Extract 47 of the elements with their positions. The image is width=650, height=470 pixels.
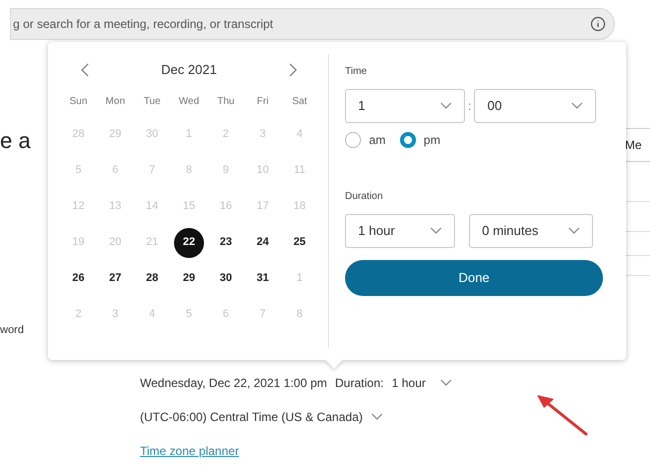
weekday-label: Sun [68, 94, 88, 108]
timezone-planner-link[interactable]: Time zone planner [140, 442, 239, 460]
weekday-label: Wed [178, 94, 200, 108]
done-button[interactable]: Done [345, 260, 603, 296]
chevron-down-icon [440, 102, 452, 110]
calendar-day[interactable]: 30 [210, 264, 241, 294]
info-icon[interactable] [590, 16, 606, 32]
chevron-down-icon [440, 379, 452, 387]
calendar-day[interactable]: 27 [100, 264, 130, 294]
calendar-day[interactable]: 24 [248, 228, 278, 258]
radio-option[interactable]: pm [400, 131, 440, 149]
meeting-date-time: Wednesday, Dec 22, 2021 1:00 pm [140, 375, 328, 392]
column-header: Me [625, 137, 642, 154]
chevron-down-icon [370, 413, 383, 421]
chevron-down-icon [571, 102, 584, 110]
calendar-day[interactable]: 31 [248, 264, 278, 294]
calendar-day[interactable]: 28 [137, 264, 168, 294]
weekday-label: Tue [142, 94, 162, 108]
page-heading: e a [0, 130, 32, 152]
weekday-label: Mon [104, 94, 126, 108]
calendar-day[interactable]: 23 [210, 228, 241, 258]
search-field[interactable]: g or search for a meeting, recording, or transcript [10, 8, 615, 40]
duration-label: Duration: [335, 375, 384, 392]
weekday-label: Thu [216, 94, 236, 108]
radio-option[interactable]: am [345, 131, 386, 149]
weekday-label: Sat [291, 94, 308, 108]
calendar-day[interactable]: 29 [174, 264, 204, 294]
chevron-left-icon[interactable] [80, 62, 90, 77]
calendar-day[interactable]: 22 [174, 228, 204, 258]
dropdown-select[interactable]: 00 [474, 89, 596, 123]
calendar-day[interactable]: 25 [284, 228, 315, 258]
dropdown-select[interactable]: 0 minutes [469, 214, 593, 248]
field-label: word [0, 323, 25, 338]
arrow-icon [534, 393, 590, 437]
month-title: Dec 2021 [161, 61, 217, 79]
calendar-day[interactable]: 26 [63, 264, 94, 294]
chevron-down-icon [568, 227, 580, 235]
time-label: Time [345, 65, 368, 79]
weekday-label: Fri [256, 94, 270, 108]
duration-label: Duration [345, 190, 384, 204]
dropdown-select[interactable]: 1 [345, 89, 465, 123]
duration-value: 1 hour [392, 375, 426, 392]
chevron-down-icon [430, 227, 442, 235]
timezone-text: (UTC-06:00) Central Time (US & Canada) [140, 409, 363, 426]
chevron-right-icon[interactable] [288, 62, 298, 77]
dropdown-select[interactable]: 1 hour [345, 214, 455, 248]
time-separator: : [468, 98, 472, 115]
